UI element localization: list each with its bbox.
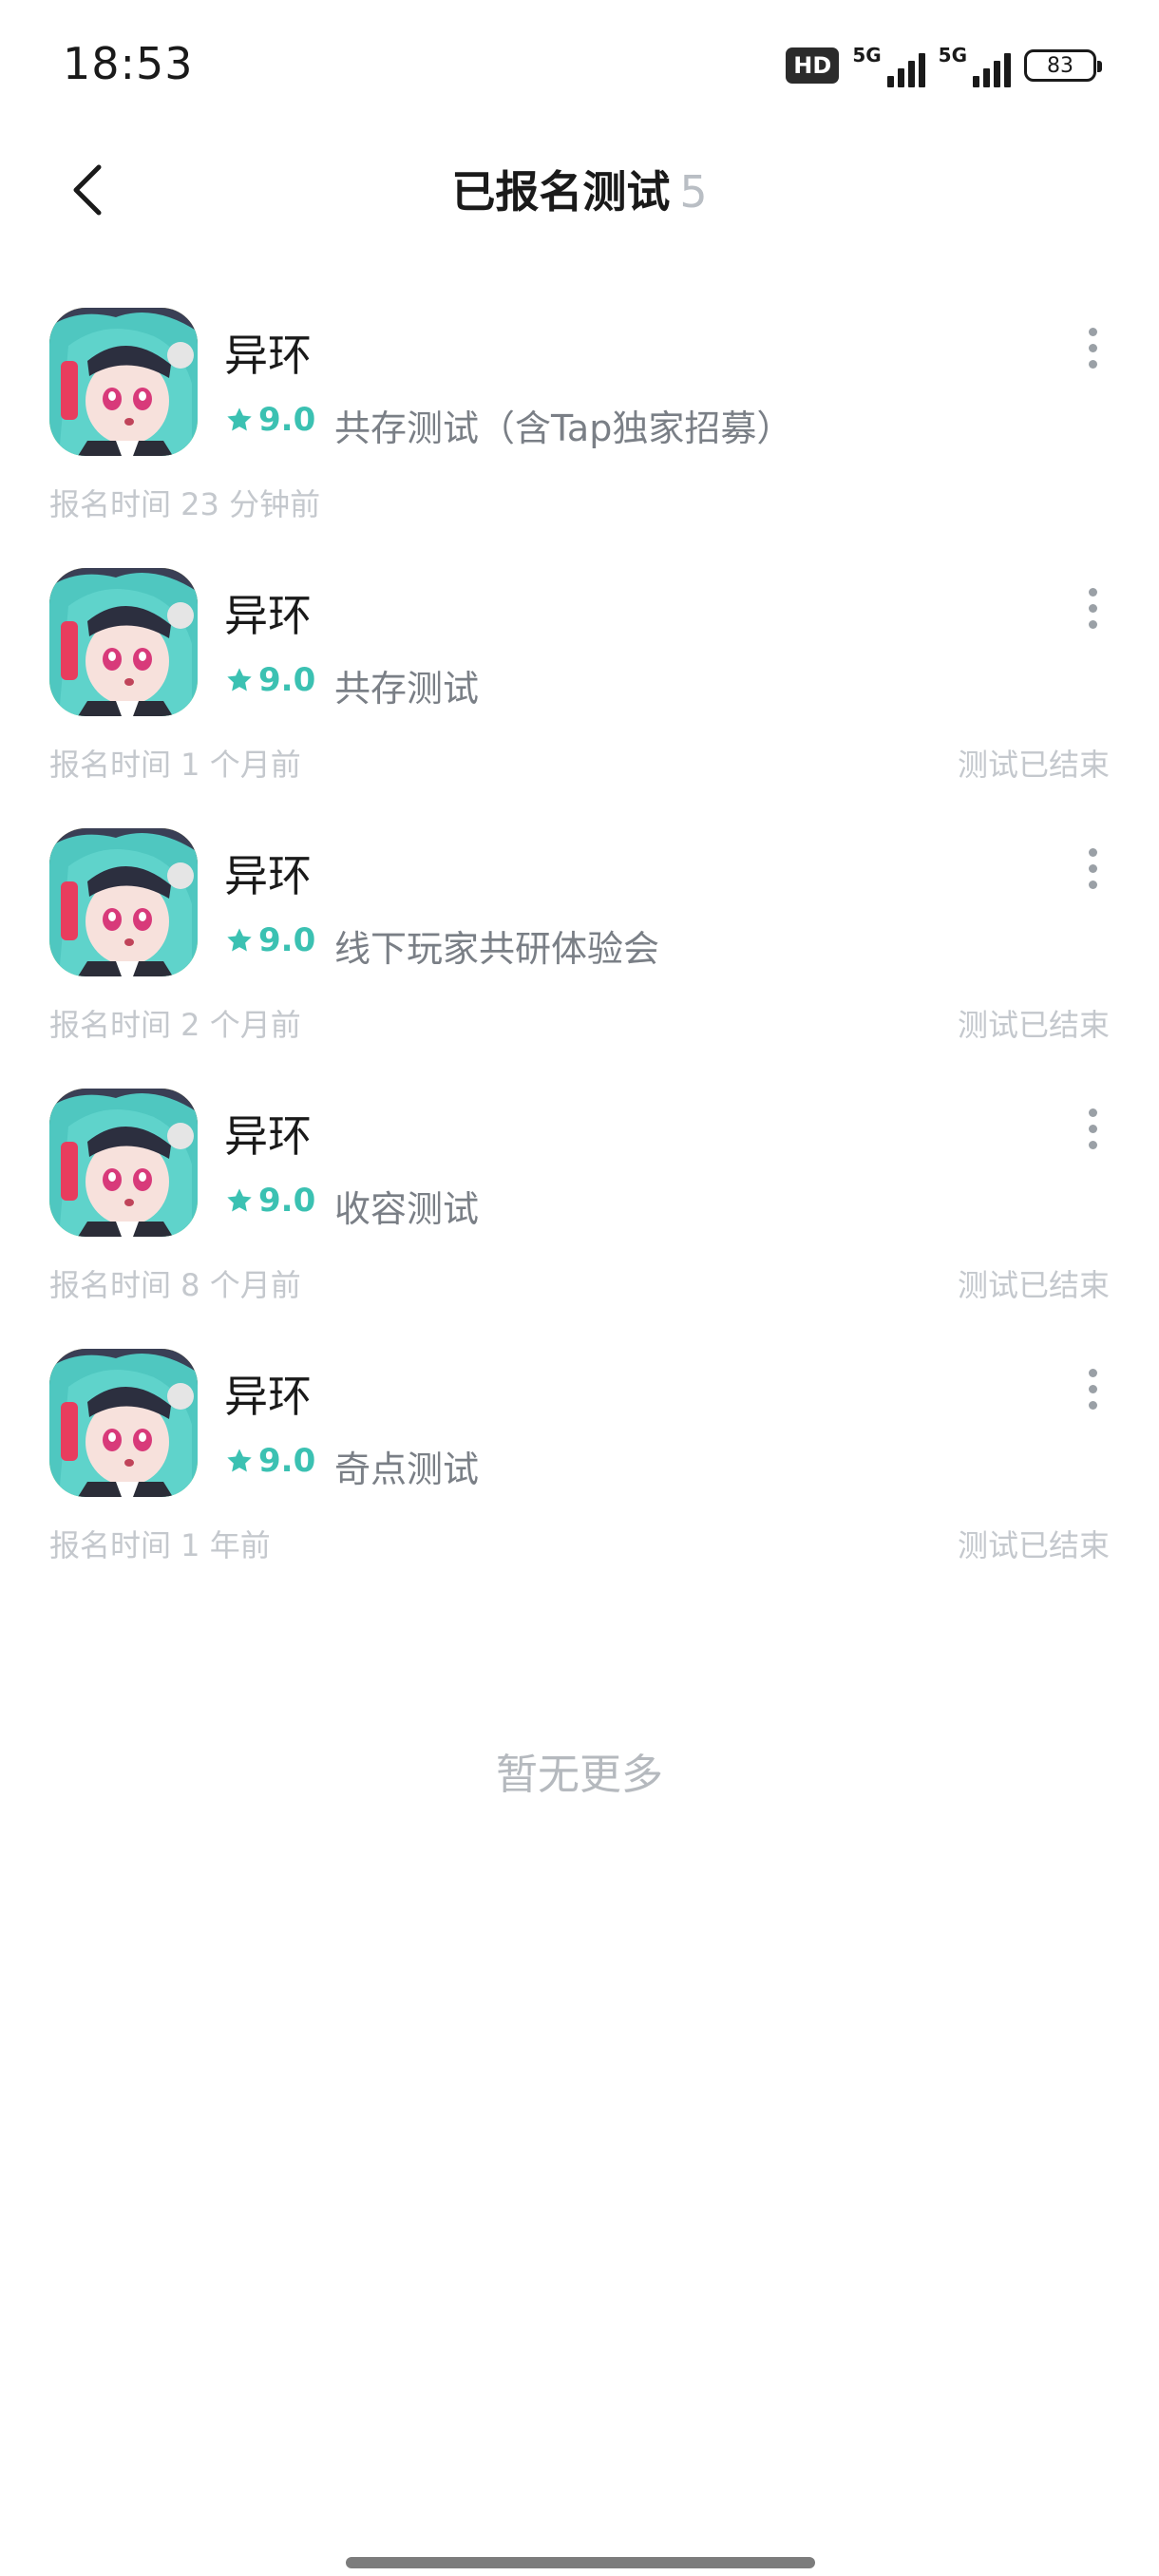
status-time: 18:53 (63, 38, 194, 89)
more-dot-icon (1088, 863, 1097, 873)
battery-icon: 83 (1024, 49, 1102, 82)
star-icon (227, 407, 252, 431)
more-dot-icon (1088, 1108, 1097, 1117)
page-title: 已报名测试 5 (0, 158, 1159, 220)
rating: 9.0 (224, 1442, 315, 1480)
test-list-item[interactable]: 异环 9.0 共存测试（含Tap独家招募） 报名时间 23 分钟前 (0, 294, 1159, 555)
rating: 9.0 (224, 1182, 315, 1220)
signup-time: 报名时间 1 个月前 (49, 747, 301, 783)
more-dot-icon (1088, 847, 1097, 857)
test-list-item[interactable]: 异环 9.0 共存测试 报名时间 1 个月前 测试已结束 (0, 555, 1159, 815)
app-name: 异环 (224, 590, 312, 641)
rating-value: 9.0 (258, 401, 316, 439)
signup-time: 报名时间 2 个月前 (49, 1007, 301, 1043)
more-dot-icon (1088, 619, 1097, 629)
star-icon (227, 928, 252, 952)
rating-value: 9.0 (258, 661, 316, 699)
more-dot-icon (1088, 587, 1097, 597)
test-name: 共存测试（含Tap独家招募） (334, 407, 793, 449)
test-name: 线下玩家共研体验会 (334, 928, 660, 970)
test-status: 测试已结束 (957, 1267, 1110, 1303)
app-icon[interactable] (49, 568, 198, 716)
no-more-text: 暂无更多 (496, 1751, 663, 1799)
status-icons: HD 5G 5G 83 (786, 44, 1102, 87)
test-status: 测试已结束 (957, 1007, 1110, 1043)
test-list-item[interactable]: 异环 9.0 收容测试 报名时间 8 个月前 测试已结束 (0, 1075, 1159, 1335)
star-icon (227, 668, 252, 691)
more-dot-icon (1088, 343, 1097, 352)
page-title-count: 5 (679, 166, 708, 218)
signup-time: 报名时间 23 分钟前 (49, 486, 321, 522)
app-name: 异环 (224, 1110, 312, 1162)
rating-value: 9.0 (258, 921, 316, 959)
network-type: 5G (938, 44, 967, 66)
app-name: 异环 (224, 1371, 312, 1422)
app-name: 异环 (224, 330, 312, 381)
more-dot-icon (1088, 1124, 1097, 1133)
more-options-button[interactable] (1064, 1100, 1121, 1157)
more-dot-icon (1088, 603, 1097, 613)
more-dot-icon (1088, 880, 1097, 889)
test-name: 收容测试 (334, 1188, 480, 1230)
test-list: 异环 9.0 共存测试（含Tap独家招募） 报名时间 23 分钟前 异环 9.0… (0, 294, 1159, 1596)
more-dot-icon (1088, 1140, 1097, 1149)
star-icon (227, 1188, 252, 1212)
signal-icon: 5G (852, 44, 925, 87)
more-dot-icon (1088, 1400, 1097, 1410)
star-icon (227, 1449, 252, 1472)
app-name: 异环 (224, 850, 312, 901)
header: 已报名测试 5 (0, 133, 1159, 247)
network-type: 5G (852, 44, 882, 66)
app-icon[interactable] (49, 308, 198, 456)
test-status: 测试已结束 (957, 1527, 1110, 1563)
battery-level: 83 (1047, 53, 1074, 78)
status-bar: 18:53 HD 5G 5G 83 (0, 0, 1159, 133)
more-options-button[interactable] (1064, 840, 1121, 897)
home-indicator[interactable] (346, 2557, 815, 2568)
rating-value: 9.0 (258, 1182, 316, 1220)
more-options-button[interactable] (1064, 579, 1121, 636)
more-dot-icon (1088, 1384, 1097, 1393)
rating-value: 9.0 (258, 1442, 316, 1480)
rating: 9.0 (224, 661, 315, 699)
rating: 9.0 (224, 401, 315, 439)
signup-time: 报名时间 8 个月前 (49, 1267, 301, 1303)
more-dot-icon (1088, 327, 1097, 336)
test-status: 测试已结束 (957, 747, 1110, 783)
test-list-item[interactable]: 异环 9.0 奇点测试 报名时间 1 年前 测试已结束 (0, 1335, 1159, 1596)
test-name: 共存测试 (334, 668, 480, 710)
test-list-item[interactable]: 异环 9.0 线下玩家共研体验会 报名时间 2 个月前 测试已结束 (0, 815, 1159, 1075)
page-title-text: 已报名测试 (451, 166, 671, 218)
hd-badge: HD (786, 47, 840, 84)
more-dot-icon (1088, 359, 1097, 369)
more-dot-icon (1088, 1368, 1097, 1377)
test-name: 奇点测试 (334, 1449, 480, 1490)
app-icon[interactable] (49, 828, 198, 976)
app-icon[interactable] (49, 1089, 198, 1237)
app-icon[interactable] (49, 1349, 198, 1497)
more-options-button[interactable] (1064, 319, 1121, 376)
signup-time: 报名时间 1 年前 (49, 1527, 271, 1563)
signal-icon: 5G (939, 44, 1011, 87)
rating: 9.0 (224, 921, 315, 959)
more-options-button[interactable] (1064, 1360, 1121, 1417)
